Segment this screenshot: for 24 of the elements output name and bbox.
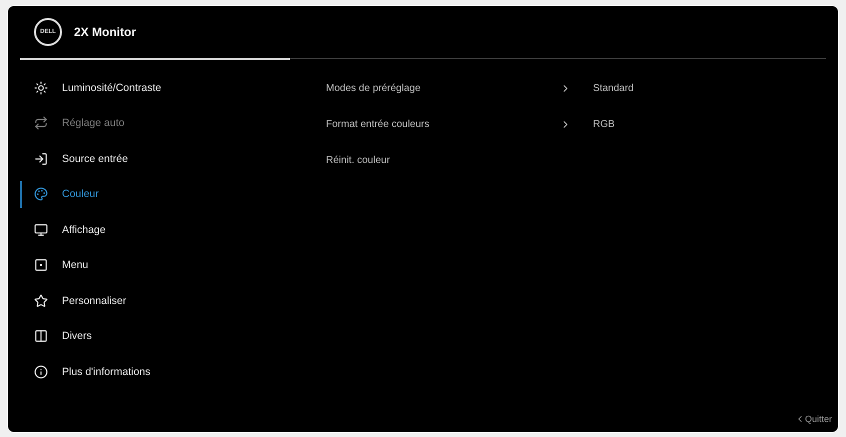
- setting-value: Standard: [593, 82, 634, 94]
- menu-title: 2X Monitor: [74, 25, 136, 39]
- setting-label[interactable]: Réinit. couleur: [326, 154, 560, 166]
- monitor-icon: [34, 222, 48, 237]
- menu-item[interactable]: Source entrée: [20, 141, 326, 176]
- panel-icon: [34, 329, 48, 344]
- exit-button[interactable]: Quitter: [794, 414, 832, 424]
- star-icon: [34, 294, 48, 308]
- sun-icon: [34, 80, 48, 95]
- menu-item[interactable]: Plus d'informations: [20, 354, 326, 390]
- menu-item[interactable]: Menu: [20, 248, 326, 283]
- menu-item[interactable]: Affichage: [20, 212, 326, 248]
- info-icon: [34, 364, 48, 379]
- setting-label[interactable]: Modes de préréglage: [326, 82, 560, 94]
- setting-label[interactable]: Format entrée couleurs: [326, 118, 560, 130]
- menu-item[interactable]: Couleur: [20, 176, 326, 212]
- menu-item[interactable]: Divers: [20, 318, 326, 354]
- palette-icon: [34, 187, 48, 202]
- menu-item[interactable]: Personnaliser: [20, 283, 326, 318]
- setting-value: RGB: [593, 118, 615, 130]
- input-icon: [34, 152, 48, 166]
- square-icon: [34, 258, 48, 272]
- menu-item[interactable]: Luminosité/Contraste: [20, 70, 326, 106]
- arrows-icon: [34, 116, 48, 130]
